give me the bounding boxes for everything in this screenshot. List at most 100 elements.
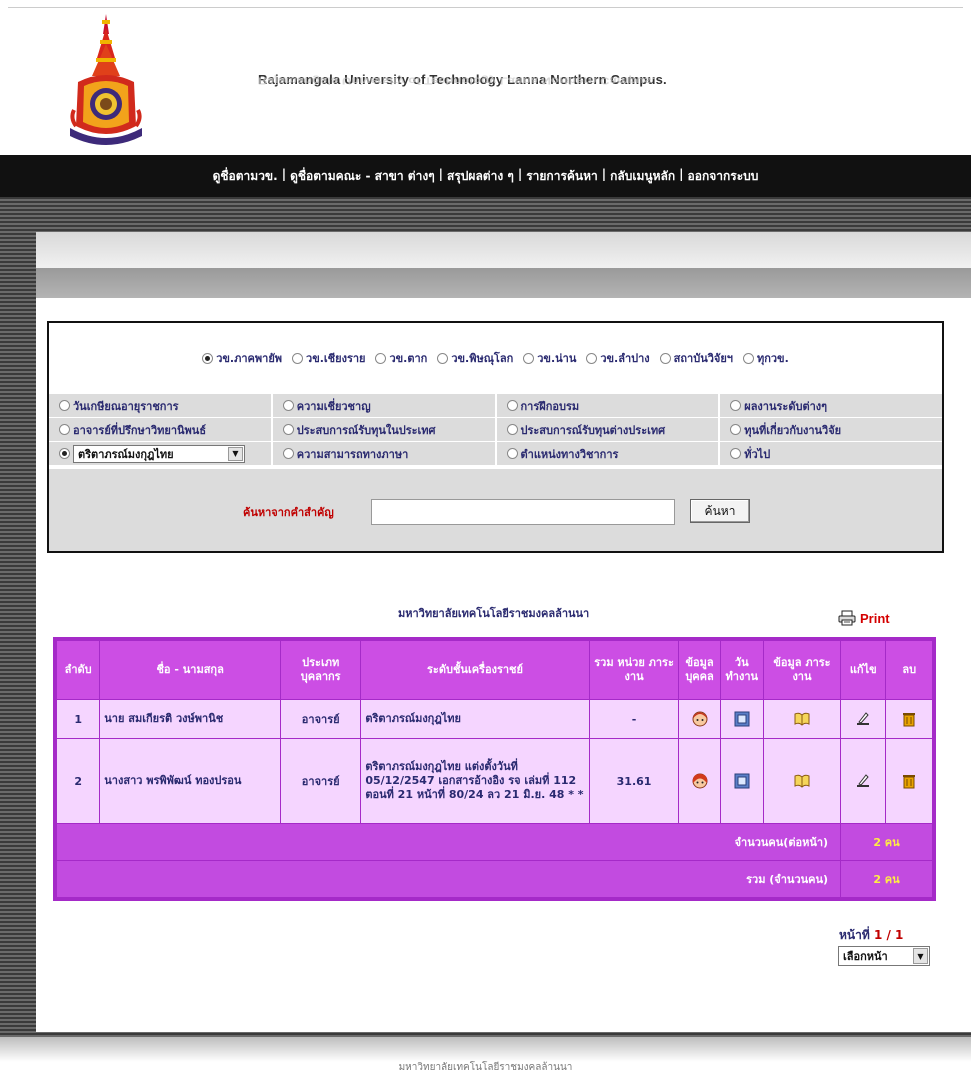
radio-icon[interactable] [282, 424, 294, 435]
print-label: Print [860, 610, 890, 626]
category-decoration[interactable]: ตริตาภรณ์มงกุฎไทย ▼ [49, 442, 273, 465]
radio-icon[interactable] [282, 400, 294, 411]
radio-icon[interactable] [523, 352, 535, 364]
search-button[interactable]: ค้นหา [690, 499, 750, 523]
row-days-cell [720, 700, 763, 738]
campus-option-all[interactable]: ทุกวข. [742, 349, 789, 367]
category-works[interactable]: ผลงานระดับต่างๆ [720, 394, 942, 417]
nav-separator: | [438, 166, 444, 181]
keyword-input[interactable] [371, 499, 675, 525]
campus-option-payap[interactable]: วข.ภาคพายัพ [202, 349, 282, 367]
summary-row-per-page: จำนวนคน(ต่อหน้า) 2 คน [57, 824, 932, 860]
row-delete-cell [886, 739, 932, 823]
campus-option-research-institute[interactable]: สถาบันวิจัยฯ [659, 349, 733, 367]
radio-icon[interactable] [59, 424, 70, 435]
header-divider [8, 7, 963, 8]
row-delete-cell [886, 700, 932, 738]
radio-icon[interactable] [506, 448, 518, 459]
print-button[interactable]: Print [838, 610, 890, 626]
radio-icon[interactable] [375, 352, 387, 364]
row-edit-cell [841, 700, 886, 738]
radio-icon[interactable] [659, 352, 671, 364]
column-header-name: ชื่อ - นามสกุล [100, 641, 281, 699]
column-header-no: ลำดับ [57, 641, 100, 699]
radio-icon[interactable] [730, 424, 742, 435]
campus-option-lampang[interactable]: วข.ลำปาง [586, 349, 650, 367]
category-language[interactable]: ความสามารถทางภาษา [272, 442, 497, 465]
trash-icon[interactable] [901, 711, 917, 727]
row-type: อาจารย์ [281, 700, 361, 738]
radio-icon[interactable] [506, 424, 518, 435]
radio-icon[interactable] [59, 400, 70, 411]
book-icon[interactable] [794, 711, 810, 727]
edit-icon[interactable] [855, 711, 871, 727]
row-days-cell [720, 739, 763, 823]
row-type: อาจารย์ [281, 739, 361, 823]
edit-icon[interactable] [855, 773, 871, 789]
nav-link-search-list[interactable]: รายการค้นหา [526, 167, 598, 186]
page-select[interactable]: เลือกหน้า ▼ [838, 946, 930, 966]
chevron-down-icon[interactable]: ▼ [228, 446, 243, 461]
chevron-down-icon[interactable]: ▼ [913, 948, 928, 964]
nav-link-main-menu[interactable]: กลับเมนูหลัก [610, 167, 675, 186]
summary-label: จำนวนคน(ต่อหน้า) [57, 824, 841, 860]
nav-link-summary[interactable]: สรุปผลต่าง ๆ [447, 167, 514, 186]
category-grid: วันเกษียณอายุราชการ ความเชี่ยวชาญ การฝึก… [49, 393, 942, 465]
radio-icon[interactable] [506, 400, 518, 411]
campus-option-nan[interactable]: วข.น่าน [523, 349, 576, 367]
category-expertise[interactable]: ความเชี่ยวชาญ [272, 394, 497, 417]
radio-icon[interactable] [742, 352, 754, 364]
row-number: 1 [57, 700, 100, 738]
category-thesis-advisor[interactable]: อาจารย์ที่ปรึกษาวิทยานิพนธ์ [49, 418, 273, 441]
radio-icon[interactable] [202, 352, 214, 364]
row-person-cell [679, 739, 720, 823]
column-header-edit: แก้ไข [841, 641, 886, 699]
category-academic-position[interactable]: ตำแหน่งทางวิชาการ [496, 442, 721, 465]
radio-icon[interactable] [59, 448, 70, 459]
nav-separator: | [601, 166, 607, 181]
category-training[interactable]: การฝึกอบรม [496, 394, 721, 417]
nav-link-logout[interactable]: ออกจากระบบ [688, 167, 759, 186]
summary-value: 2 คน [841, 861, 932, 897]
row-number: 2 [57, 739, 100, 823]
category-research-grant[interactable]: ทุนที่เกี่ยวกับงานวิจัย [720, 418, 942, 441]
campus-option-tak[interactable]: วข.ตาก [375, 349, 427, 367]
book-icon[interactable] [794, 773, 810, 789]
radio-icon[interactable] [730, 400, 742, 411]
trash-icon[interactable] [901, 773, 917, 789]
radio-icon[interactable] [292, 352, 304, 364]
row-edit-cell [841, 739, 886, 823]
column-header-person: ข้อมูล บุคคล [679, 641, 720, 699]
table-row: 2 นางสาว พรพิพัฒน์ ทองปรอน อาจารย์ ตริตา… [57, 739, 932, 823]
printer-icon[interactable] [838, 610, 856, 626]
radio-icon[interactable] [282, 448, 294, 459]
category-domestic-grant[interactable]: ประสบการณ์รับทุนในประเทศ [272, 418, 497, 441]
category-retirement[interactable]: วันเกษียณอายุราชการ [49, 394, 273, 417]
nav-separator: | [517, 166, 523, 181]
category-general[interactable]: ทั่วไป [720, 442, 942, 465]
radio-icon[interactable] [437, 352, 449, 364]
radio-icon[interactable] [730, 448, 742, 459]
keyword-label: ค้นหาจากคำสำคัญ [243, 506, 334, 519]
page-number: 1 / 1 [873, 928, 904, 942]
person-icon[interactable] [692, 773, 708, 789]
table-header-row: ลำดับ ชื่อ - นามสกุล ประเภท บุคลากร ระดั… [57, 641, 932, 699]
nav-link-by-college[interactable]: ดูชื่อตามวข. [213, 167, 278, 186]
keyword-search-row: ค้นหาจากคำสำคัญ ค้นหา [49, 469, 942, 551]
summary-label: รวม (จำนวนคน) [57, 861, 841, 897]
column-header-workload: รวม หน่วย ภาระงาน [589, 641, 679, 699]
row-name: นาย สมเกียรติ วงษ์พานิช [100, 700, 281, 738]
calendar-icon[interactable] [734, 773, 750, 789]
category-foreign-grant[interactable]: ประสบการณ์รับทุนต่างประเทศ [496, 418, 721, 441]
page-label: หน้าที่ [839, 928, 870, 942]
nav-link-by-faculty[interactable]: ดูชื่อตามคณะ - สาขา ต่างๆ [290, 167, 435, 186]
campus-option-chiangrai[interactable]: วข.เชียงราย [292, 349, 365, 367]
calendar-icon[interactable] [734, 711, 750, 727]
radio-icon[interactable] [586, 352, 598, 364]
decoration-select[interactable]: ตริตาภรณ์มงกุฎไทย ▼ [73, 444, 245, 463]
person-icon[interactable] [692, 711, 708, 727]
decoration-text: ตริตาภรณ์มงกุฎไทย [365, 712, 461, 725]
column-header-delete: ลบ [886, 641, 932, 699]
campus-option-phitsanulok[interactable]: วข.พิษณุโลก [437, 349, 513, 367]
name-text: นาย สมเกียรติ วงษ์พานิช [104, 712, 224, 725]
